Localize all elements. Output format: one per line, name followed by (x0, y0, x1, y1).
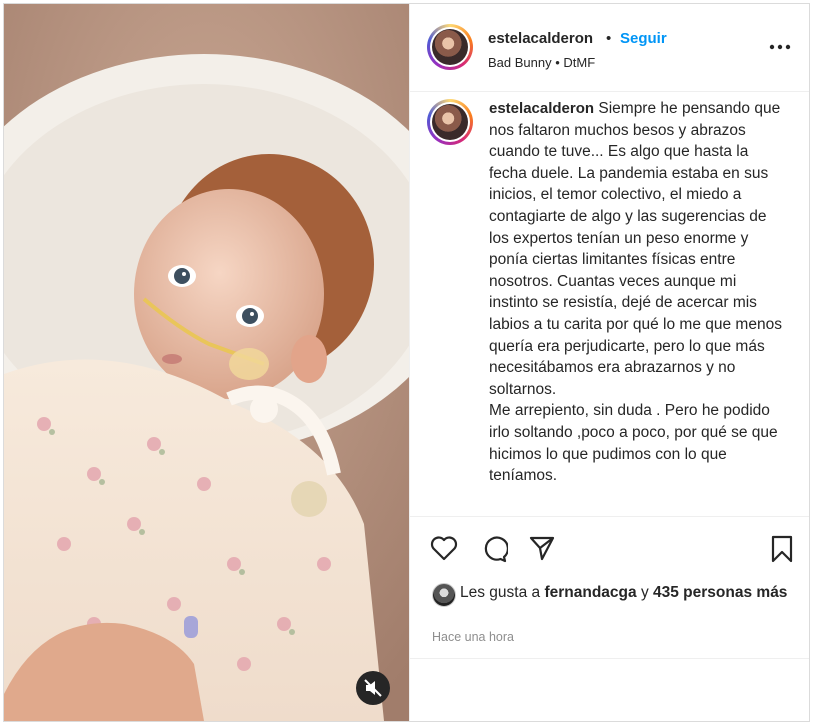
audio-label[interactable]: Bad Bunny • DtMF (488, 55, 595, 70)
separator-dot: • (606, 30, 612, 47)
comment-icon[interactable] (480, 535, 508, 563)
bookmark-icon[interactable] (770, 535, 794, 563)
caption-text-2: Me arrepiento, sin duda . Pero he podido… (489, 402, 778, 485)
likes-summary: Les gusta a fernandacga y 435 personas m… (460, 582, 790, 604)
likes-count-link[interactable]: 435 personas más (653, 584, 787, 601)
likes-prefix: Les gusta a (460, 584, 541, 601)
caption: estelacalderon Siempre he pensando que n… (489, 98, 789, 487)
muted-speaker-icon (364, 679, 382, 697)
heart-icon[interactable] (430, 535, 458, 561)
username-link[interactable]: estelacalderon (488, 30, 593, 47)
avatar[interactable] (427, 24, 473, 70)
caption-avatar[interactable] (427, 99, 473, 145)
action-bar (410, 516, 809, 576)
post-video[interactable] (4, 4, 409, 721)
divider (410, 658, 809, 659)
likes-connector: y (640, 584, 649, 601)
liker-avatar[interactable] (432, 583, 456, 607)
caption-text: Siempre he pensando que nos faltaron muc… (489, 100, 782, 398)
post-header: estelacalderon • Seguir Bad Bunny • DtMF (410, 4, 809, 92)
post-card: estelacalderon • Seguir Bad Bunny • DtMF… (3, 3, 810, 722)
baby-photo (4, 4, 409, 721)
timestamp[interactable]: Hace una hora (432, 630, 514, 644)
post-details-panel: estelacalderon • Seguir Bad Bunny • DtMF… (409, 4, 809, 721)
mute-button[interactable] (356, 671, 390, 705)
liker-username[interactable]: fernandacga (544, 584, 636, 601)
more-options-icon[interactable] (768, 42, 792, 52)
share-icon[interactable] (528, 534, 556, 562)
caption-username[interactable]: estelacalderon (489, 100, 594, 117)
follow-button[interactable]: Seguir (620, 30, 667, 47)
